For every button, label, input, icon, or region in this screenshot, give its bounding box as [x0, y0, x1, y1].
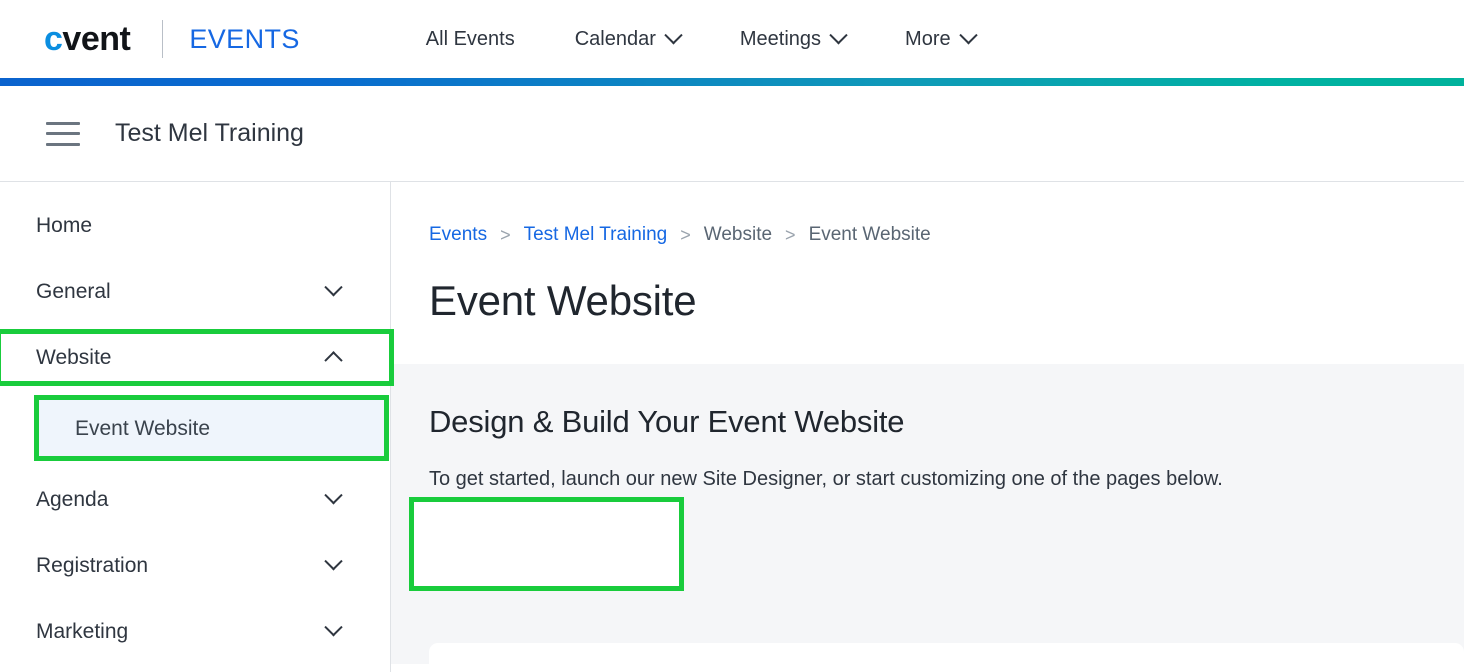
design-build-panel: Design & Build Your Event Website To get…	[391, 364, 1464, 672]
chevron-up-icon	[324, 351, 343, 370]
global-header: cvent EVENTS All Events Calendar Meeting…	[0, 0, 1464, 78]
hamburger-icon[interactable]	[46, 121, 80, 146]
breadcrumb: Events > Test Mel Training > Website > E…	[391, 182, 1464, 246]
hamburger-line	[46, 142, 80, 146]
sidebar: Home General Website Event Website Agend…	[0, 182, 391, 672]
breadcrumb-separator-icon: >	[500, 224, 511, 245]
nav-item-more[interactable]: More	[875, 18, 1005, 61]
sidebar-item-label: Registration	[36, 554, 149, 577]
nav-item-all-events[interactable]: All Events	[396, 18, 545, 61]
hamburger-line	[46, 121, 80, 125]
sidebar-item-label: Website	[36, 346, 112, 369]
brand[interactable]: cvent EVENTS	[44, 20, 300, 58]
panel-heading: Design & Build Your Event Website	[429, 404, 905, 439]
sidebar-item-label: General	[36, 280, 111, 303]
breadcrumb-item-event-website: Event Website	[808, 224, 931, 245]
sidebar-item-registration[interactable]: Registration	[0, 540, 390, 591]
nav-item-label: Meetings	[739, 27, 822, 50]
sidebar-item-agenda[interactable]: Agenda	[0, 474, 390, 525]
chevron-down-icon	[664, 25, 683, 44]
sidebar-item-label: Event Website	[75, 416, 211, 440]
chevron-down-icon	[324, 278, 343, 297]
nav-item-label: Calendar	[574, 27, 656, 50]
event-header: Test Mel Training	[0, 86, 1464, 182]
nav-item-label: More	[905, 27, 951, 50]
panel-description: To get started, launch our new Site Desi…	[429, 468, 1223, 490]
chevron-down-icon	[324, 486, 343, 505]
sidebar-item-marketing[interactable]: Marketing	[0, 606, 390, 657]
breadcrumb-item-test-mel-training[interactable]: Test Mel Training	[524, 224, 668, 246]
chevron-down-icon	[958, 25, 978, 44]
sidebar-item-home[interactable]: Home	[0, 200, 390, 251]
chevron-down-icon	[324, 552, 343, 571]
hamburger-line	[46, 132, 80, 135]
app-name-events[interactable]: EVENTS	[189, 24, 299, 55]
global-nav: All Events Calendar Meetings More	[396, 18, 1005, 61]
event-title: Test Mel Training	[115, 119, 304, 147]
sidebar-item-label: Home	[36, 214, 93, 237]
chevron-down-icon	[829, 25, 848, 44]
sidebar-item-website[interactable]: Website	[0, 332, 390, 383]
body-wrapper: Home General Website Event Website Agend…	[0, 182, 1464, 672]
logo-letters-vent: vent	[62, 20, 131, 58]
accent-gradient-bar	[0, 78, 1464, 86]
nav-item-calendar[interactable]: Calendar	[545, 18, 710, 61]
cvent-logo[interactable]: cvent	[44, 20, 131, 58]
sidebar-item-label: Agenda	[36, 488, 109, 511]
main-content: Events > Test Mel Training > Website > E…	[391, 182, 1464, 672]
breadcrumb-separator-icon: >	[785, 224, 796, 245]
sidebar-item-label: Marketing	[36, 620, 129, 643]
sidebar-item-general[interactable]: General	[0, 266, 390, 317]
sidebar-item-event-website[interactable]: Event Website	[38, 397, 385, 459]
chevron-down-icon	[324, 618, 343, 637]
open-site-designer-button[interactable]: Open Site Designer	[429, 518, 665, 570]
breadcrumb-separator-icon: >	[680, 224, 691, 245]
brand-divider	[162, 20, 164, 58]
pages-card[interactable]	[429, 643, 1464, 672]
logo-letter-c: c	[44, 20, 63, 58]
page-title: Event Website	[429, 277, 697, 324]
nav-item-label: All Events	[425, 27, 515, 50]
nav-item-meetings[interactable]: Meetings	[710, 18, 875, 61]
breadcrumb-item-events[interactable]: Events	[429, 224, 487, 246]
breadcrumb-item-website: Website	[703, 224, 773, 245]
